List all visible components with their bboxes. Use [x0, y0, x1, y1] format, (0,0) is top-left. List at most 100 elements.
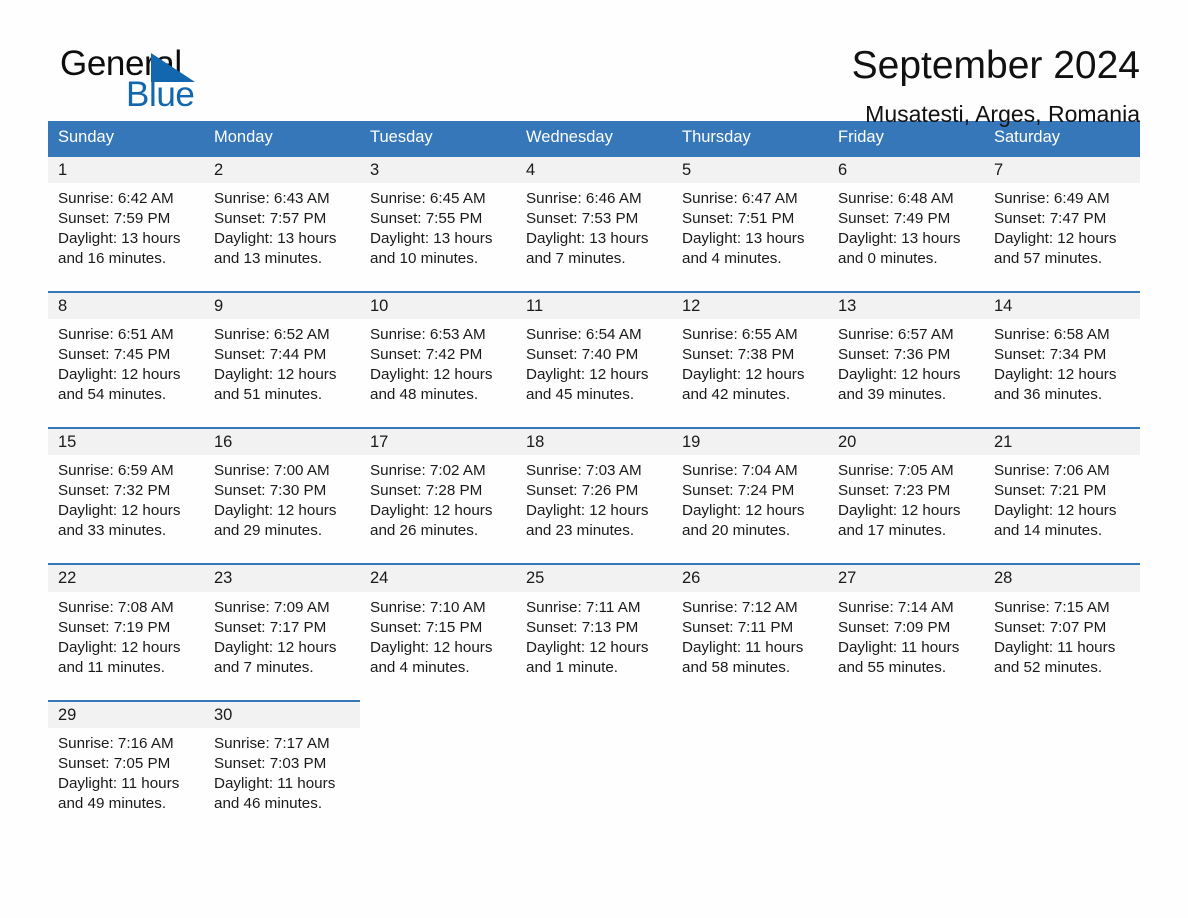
day-cell[interactable]: Sunrise: 6:55 AM Sunset: 7:38 PM Dayligh…	[672, 319, 828, 429]
sunset-text: Sunset: 7:05 PM	[58, 754, 171, 772]
day-cell-empty	[516, 727, 672, 837]
sunset-text: Sunset: 7:40 PM	[526, 346, 639, 364]
sunrise-text: Sunrise: 6:49 AM	[994, 190, 1110, 208]
daylight-text-line2: and 54 minutes.	[58, 386, 167, 404]
sunrise-sunset-calendar: Sunday Monday Tuesday Wednesday Thursday…	[48, 121, 1140, 837]
day-cell[interactable]: Sunrise: 7:06 AM Sunset: 7:21 PM Dayligh…	[984, 455, 1140, 565]
day-number[interactable]: 4	[516, 154, 672, 184]
sunrise-text: Sunrise: 6:47 AM	[682, 190, 798, 208]
day-number[interactable]: 6	[828, 154, 984, 184]
day-number[interactable]: 23	[204, 563, 360, 592]
day-number[interactable]: 11	[516, 291, 672, 320]
day-number[interactable]: 28	[984, 563, 1140, 592]
day-number[interactable]: 2	[204, 154, 360, 184]
day-cell[interactable]: Sunrise: 6:47 AM Sunset: 7:51 PM Dayligh…	[672, 183, 828, 293]
sunrise-text: Sunrise: 7:04 AM	[682, 462, 798, 480]
sunset-text: Sunset: 7:42 PM	[370, 346, 483, 364]
daylight-text-line2: and 55 minutes.	[838, 658, 947, 676]
daylight-text-line1: Daylight: 12 hours	[682, 502, 805, 520]
day-number[interactable]: 17	[360, 427, 516, 456]
day-number[interactable]: 24	[360, 563, 516, 592]
day-number[interactable]: 3	[360, 154, 516, 184]
daylight-text-line1: Daylight: 13 hours	[58, 230, 181, 248]
sunrise-text: Sunrise: 6:52 AM	[214, 326, 330, 344]
day-number[interactable]: 19	[672, 427, 828, 456]
day-cell[interactable]: Sunrise: 6:54 AM Sunset: 7:40 PM Dayligh…	[516, 319, 672, 429]
week-1-daynum-row: 1 2 3 4 5 6 7	[48, 154, 1140, 184]
day-cell[interactable]: Sunrise: 7:05 AM Sunset: 7:23 PM Dayligh…	[828, 455, 984, 565]
daylight-text-line1: Daylight: 13 hours	[682, 230, 805, 248]
day-number[interactable]: 9	[204, 291, 360, 320]
day-number[interactable]: 21	[984, 427, 1140, 456]
day-cell[interactable]: Sunrise: 7:16 AM Sunset: 7:05 PM Dayligh…	[48, 727, 204, 837]
day-cell[interactable]: Sunrise: 7:11 AM Sunset: 7:13 PM Dayligh…	[516, 591, 672, 701]
day-number[interactable]: 27	[828, 563, 984, 592]
day-number[interactable]: 10	[360, 291, 516, 320]
sunrise-text: Sunrise: 6:45 AM	[370, 190, 486, 208]
day-cell[interactable]: Sunrise: 7:09 AM Sunset: 7:17 PM Dayligh…	[204, 591, 360, 701]
daylight-text-line2: and 48 minutes.	[370, 386, 479, 404]
general-blue-logo: General Blue	[48, 44, 258, 124]
daylight-text-line1: Daylight: 11 hours	[838, 638, 960, 656]
day-cell[interactable]: Sunrise: 7:14 AM Sunset: 7:09 PM Dayligh…	[828, 591, 984, 701]
day-number[interactable]: 20	[828, 427, 984, 456]
day-number[interactable]: 16	[204, 427, 360, 456]
week-4-info-row: Sunrise: 7:08 AM Sunset: 7:19 PM Dayligh…	[48, 591, 1140, 701]
day-number[interactable]: 22	[48, 563, 204, 592]
day-number[interactable]: 25	[516, 563, 672, 592]
day-cell[interactable]: Sunrise: 7:12 AM Sunset: 7:11 PM Dayligh…	[672, 591, 828, 701]
day-cell[interactable]: Sunrise: 6:52 AM Sunset: 7:44 PM Dayligh…	[204, 319, 360, 429]
day-cell[interactable]: Sunrise: 6:57 AM Sunset: 7:36 PM Dayligh…	[828, 319, 984, 429]
week-1-info-row: Sunrise: 6:42 AM Sunset: 7:59 PM Dayligh…	[48, 183, 1140, 293]
daylight-text-line2: and 16 minutes.	[58, 250, 167, 268]
day-number[interactable]: 1	[48, 154, 204, 184]
day-number[interactable]: 5	[672, 154, 828, 184]
day-cell[interactable]: Sunrise: 6:46 AM Sunset: 7:53 PM Dayligh…	[516, 183, 672, 293]
day-cell[interactable]: Sunrise: 7:08 AM Sunset: 7:19 PM Dayligh…	[48, 591, 204, 701]
day-cell[interactable]: Sunrise: 7:02 AM Sunset: 7:28 PM Dayligh…	[360, 455, 516, 565]
day-cell[interactable]: Sunrise: 7:00 AM Sunset: 7:30 PM Dayligh…	[204, 455, 360, 565]
sunrise-text: Sunrise: 6:51 AM	[58, 326, 174, 344]
day-number[interactable]: 8	[48, 291, 204, 320]
daylight-text-line1: Daylight: 13 hours	[838, 230, 961, 248]
day-cell[interactable]: Sunrise: 7:04 AM Sunset: 7:24 PM Dayligh…	[672, 455, 828, 565]
day-cell[interactable]: Sunrise: 7:17 AM Sunset: 7:03 PM Dayligh…	[204, 727, 360, 837]
page-subtitle: Musatesti, Arges, Romania	[865, 100, 1140, 127]
daylight-text-line2: and 49 minutes.	[58, 794, 167, 812]
sunset-text: Sunset: 7:07 PM	[994, 618, 1107, 636]
day-number[interactable]: 15	[48, 427, 204, 456]
daylight-text-line2: and 39 minutes.	[838, 386, 947, 404]
day-cell[interactable]: Sunrise: 6:45 AM Sunset: 7:55 PM Dayligh…	[360, 183, 516, 293]
day-cell[interactable]: Sunrise: 7:10 AM Sunset: 7:15 PM Dayligh…	[360, 591, 516, 701]
day-number[interactable]: 12	[672, 291, 828, 320]
day-number[interactable]: 14	[984, 291, 1140, 320]
week-3-info-row: Sunrise: 6:59 AM Sunset: 7:32 PM Dayligh…	[48, 455, 1140, 565]
day-number[interactable]: 13	[828, 291, 984, 320]
daylight-text-line2: and 46 minutes.	[214, 794, 323, 812]
day-number-empty	[516, 700, 672, 728]
day-cell[interactable]: Sunrise: 6:53 AM Sunset: 7:42 PM Dayligh…	[360, 319, 516, 429]
day-cell[interactable]: Sunrise: 6:51 AM Sunset: 7:45 PM Dayligh…	[48, 319, 204, 429]
week-3-daynum-row: 15 16 17 18 19 20 21	[48, 427, 1140, 456]
sunrise-text: Sunrise: 7:03 AM	[526, 462, 642, 480]
day-cell[interactable]: Sunrise: 6:48 AM Sunset: 7:49 PM Dayligh…	[828, 183, 984, 293]
sunset-text: Sunset: 7:17 PM	[214, 618, 327, 636]
day-cell[interactable]: Sunrise: 6:59 AM Sunset: 7:32 PM Dayligh…	[48, 455, 204, 565]
day-cell[interactable]: Sunrise: 6:49 AM Sunset: 7:47 PM Dayligh…	[984, 183, 1140, 293]
sunset-text: Sunset: 7:38 PM	[682, 346, 795, 364]
day-cell[interactable]: Sunrise: 7:03 AM Sunset: 7:26 PM Dayligh…	[516, 455, 672, 565]
daylight-text-line1: Daylight: 12 hours	[526, 366, 649, 384]
day-cell[interactable]: Sunrise: 6:58 AM Sunset: 7:34 PM Dayligh…	[984, 319, 1140, 429]
day-cell[interactable]: Sunrise: 6:42 AM Sunset: 7:59 PM Dayligh…	[48, 183, 204, 293]
day-number[interactable]: 7	[984, 154, 1140, 184]
day-cell[interactable]: Sunrise: 7:15 AM Sunset: 7:07 PM Dayligh…	[984, 591, 1140, 701]
day-number[interactable]: 18	[516, 427, 672, 456]
day-cell[interactable]: Sunrise: 6:43 AM Sunset: 7:57 PM Dayligh…	[204, 183, 360, 293]
day-number[interactable]: 29	[48, 699, 204, 728]
daylight-text-line1: Daylight: 11 hours	[214, 774, 336, 792]
daylight-text-line1: Daylight: 12 hours	[526, 502, 649, 520]
daylight-text-line1: Daylight: 12 hours	[214, 502, 337, 520]
day-number[interactable]: 26	[672, 563, 828, 592]
daylight-text-line1: Daylight: 12 hours	[214, 366, 337, 384]
day-number[interactable]: 30	[204, 699, 360, 728]
